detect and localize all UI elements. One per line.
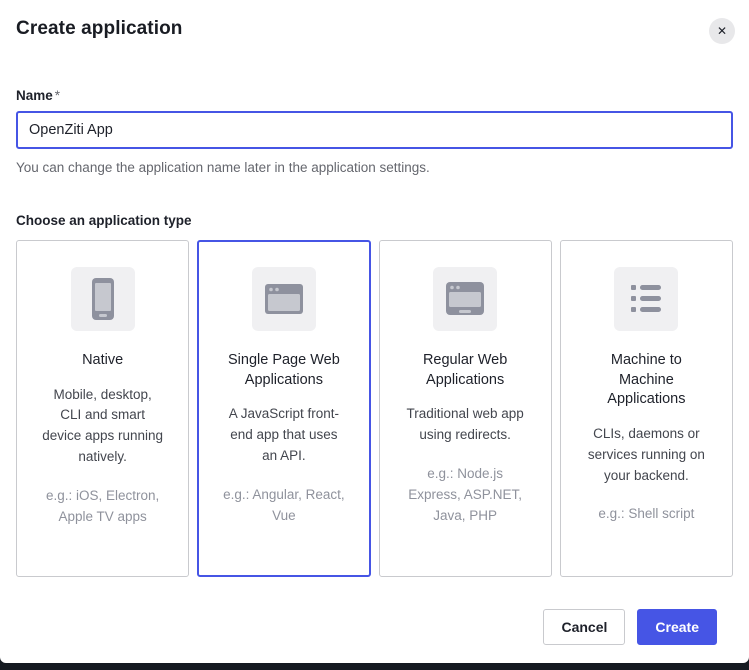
app-type-title: Machine to Machine Applications [590, 351, 702, 410]
app-type-description: A JavaScript front-end app that uses an … [223, 404, 345, 467]
app-type-title: Native [47, 351, 159, 371]
application-name-input[interactable] [16, 111, 733, 149]
app-type-example: e.g.: Shell script [580, 504, 712, 525]
app-type-example: e.g.: Node.js Express, ASP.NET, Java, PH… [399, 464, 531, 527]
app-type-description: CLIs, daemons or services running on you… [585, 424, 707, 487]
cancel-button[interactable]: Cancel [543, 609, 625, 645]
app-type-card-spa[interactable]: Single Page Web Applications A JavaScrip… [197, 240, 370, 577]
app-type-card-native[interactable]: Native Mobile, desktop, CLI and smart de… [16, 240, 189, 577]
application-type-cards: Native Mobile, desktop, CLI and smart de… [16, 240, 733, 577]
app-type-example: e.g.: Angular, React, Vue [218, 485, 350, 527]
create-application-modal: Create application ✕ Name* You can chang… [0, 0, 749, 663]
modal-title: Create application [16, 18, 183, 40]
close-icon: ✕ [717, 25, 727, 37]
app-type-title: Regular Web Applications [409, 351, 521, 390]
page-background-edge [0, 663, 749, 670]
form-area: Name* You can change the application nam… [0, 88, 749, 645]
app-type-card-regular-web[interactable]: Regular Web Applications Traditional web… [379, 240, 552, 577]
modal-header: Create application ✕ [0, 0, 749, 44]
create-button[interactable]: Create [637, 609, 717, 645]
app-type-description: Mobile, desktop, CLI and smart device ap… [42, 385, 164, 469]
modal-footer: Cancel Create [16, 577, 733, 645]
list-rows-icon [614, 267, 678, 331]
web-server-window-icon [433, 267, 497, 331]
smartphone-icon [71, 267, 135, 331]
app-type-example: e.g.: iOS, Electron, Apple TV apps [37, 486, 169, 528]
browser-window-icon [252, 267, 316, 331]
name-label: Name* [16, 88, 733, 103]
app-type-title: Single Page Web Applications [228, 351, 340, 390]
application-type-label: Choose an application type [16, 213, 733, 228]
name-help-text: You can change the application name late… [16, 160, 733, 175]
required-asterisk: * [55, 88, 60, 103]
app-type-description: Traditional web app using redirects. [404, 404, 526, 446]
app-type-card-machine-to-machine[interactable]: Machine to Machine Applications CLIs, da… [560, 240, 733, 577]
close-button[interactable]: ✕ [709, 18, 735, 44]
